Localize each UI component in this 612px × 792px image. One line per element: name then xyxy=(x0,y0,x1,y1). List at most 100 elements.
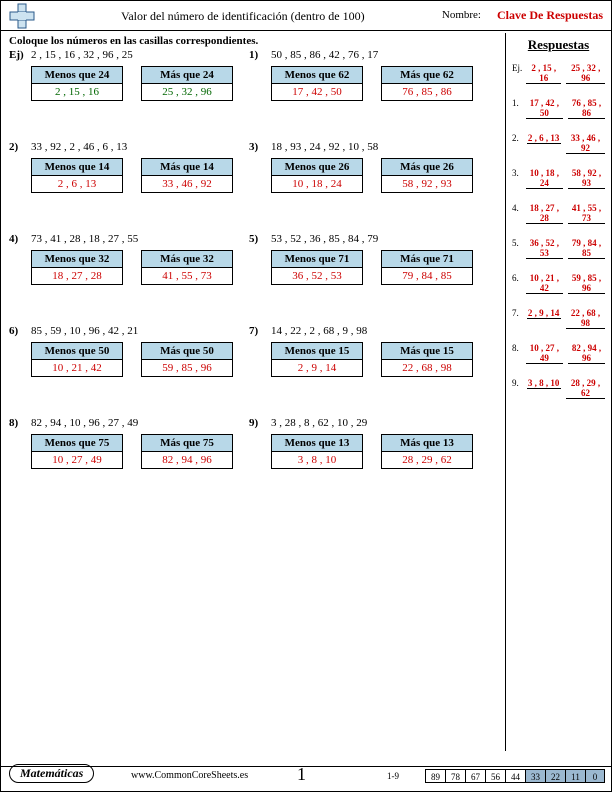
problem: 5)53 , 52 , 36 , 85 , 84 , 79 Menos que 7… xyxy=(249,233,489,285)
answer-id: 6. xyxy=(512,273,526,283)
problem-numbers: 53 , 52 , 36 , 85 , 84 , 79 xyxy=(271,233,378,245)
answer-id: 8. xyxy=(512,343,526,353)
problem-numbers: 73 , 41 , 28 , 18 , 27 , 55 xyxy=(31,233,138,245)
less-box: Menos que 142 , 6 , 13 xyxy=(31,158,123,193)
answer-id: 2. xyxy=(512,133,527,143)
problem-numbers: 3 , 28 , 8 , 62 , 10 , 29 xyxy=(271,417,367,429)
answers-column: Respuestas Ej.2 , 15 , 1625 , 32 , 961.1… xyxy=(505,33,605,751)
problem: 3)18 , 93 , 24 , 92 , 10 , 58Menos que 2… xyxy=(249,141,489,193)
footer-brand: Matemáticas xyxy=(9,764,94,783)
answer-less: 18 , 27 , 28 xyxy=(526,203,563,224)
answer-row: 6.10 , 21 , 4259 , 85 , 96 xyxy=(512,273,605,294)
name-label: Nombre: xyxy=(442,9,481,21)
answers-title: Respuestas xyxy=(512,37,605,53)
more-header: Más que 24 xyxy=(141,66,233,84)
header: Valor del número de identificación (dent… xyxy=(1,1,611,31)
less-box: Menos que 7510 , 27 , 49 xyxy=(31,434,123,469)
more-box: Más que 1522 , 68 , 98 xyxy=(381,342,473,377)
problem-numbers: 18 , 93 , 24 , 92 , 10 , 58 xyxy=(271,141,378,153)
problem: 7)14 , 22 , 2 , 68 , 9 , 98Menos que 152… xyxy=(249,325,489,377)
less-value: 36 , 52 , 53 xyxy=(271,268,363,285)
less-value: 2 , 9 , 14 xyxy=(271,360,363,377)
less-header: Menos que 13 xyxy=(271,434,363,452)
more-box: Más que 1433 , 46 , 92 xyxy=(141,158,233,193)
more-box: Más que 7582 , 94 , 96 xyxy=(141,434,233,469)
score-cell: 0 xyxy=(585,769,605,783)
answer-more: 28 , 29 , 62 xyxy=(566,378,605,399)
problem-id: 6) xyxy=(9,325,31,337)
answer-key-label: Clave De Respuestas xyxy=(497,8,603,23)
answer-row: 8.10 , 27 , 4982 , 94 , 96 xyxy=(512,343,605,364)
answer-more: 82 , 94 , 96 xyxy=(568,343,605,364)
less-box: Menos que 5010 , 21 , 42 xyxy=(31,342,123,377)
problem-numbers: 50 , 85 , 86 , 42 , 76 , 17 xyxy=(271,49,378,61)
answer-more: 58 , 92 , 93 xyxy=(568,168,605,189)
less-value: 10 , 27 , 49 xyxy=(31,452,123,469)
answer-id: 3. xyxy=(512,168,526,178)
less-box: Menos que 6217 , 42 , 50 xyxy=(271,66,363,101)
less-box: Menos que 242 , 15 , 16 xyxy=(31,66,123,101)
more-header: Más que 26 xyxy=(381,158,473,176)
more-header: Más que 75 xyxy=(141,434,233,452)
logo-cross-icon xyxy=(9,3,35,29)
score-cell: 22 xyxy=(545,769,565,783)
less-box: Menos que 152 , 9 , 14 xyxy=(271,342,363,377)
more-header: Más que 62 xyxy=(381,66,473,84)
more-box: Más que 2425 , 32 , 96 xyxy=(141,66,233,101)
problem-numbers: 33 , 92 , 2 , 46 , 6 , 13 xyxy=(31,141,127,153)
score-range-label: 1-9 xyxy=(387,771,399,781)
answer-row: 1.17 , 42 , 5076 , 85 , 86 xyxy=(512,98,605,119)
answer-id: 9. xyxy=(512,378,527,388)
answer-row: 2.2 , 6 , 1333 , 46 , 92 xyxy=(512,133,605,154)
more-box: Más que 7179 , 84 , 85 xyxy=(381,250,473,285)
answer-row: 9.3 , 8 , 10 28 , 29 , 62 xyxy=(512,378,605,399)
less-value: 2 , 15 , 16 xyxy=(31,84,123,101)
answer-less: 3 , 8 , 10 xyxy=(527,378,561,389)
less-value: 2 , 6 , 13 xyxy=(31,176,123,193)
more-box: Más que 6276 , 85 , 86 xyxy=(381,66,473,101)
answer-id: 4. xyxy=(512,203,526,213)
instruction-text: Coloque los números en las casillas corr… xyxy=(9,35,258,47)
footer: Matemáticas www.CommonCoreSheets.es 1 1-… xyxy=(1,765,611,785)
score-boxes: 89786756443322110 xyxy=(425,769,605,783)
more-header: Más que 32 xyxy=(141,250,233,268)
less-value: 18 , 27 , 28 xyxy=(31,268,123,285)
problem: Ej)2 , 15 , 16 , 32 , 96 , 25Menos que 2… xyxy=(9,49,249,101)
problem: 1)50 , 85 , 86 , 42 , 76 , 17Menos que 6… xyxy=(249,49,489,101)
problem-numbers: 2 , 15 , 16 , 32 , 96 , 25 xyxy=(31,49,133,61)
problem: 4)73 , 41 , 28 , 18 , 27 , 55Menos que 3… xyxy=(9,233,249,285)
answer-more: 25 , 32 , 96 xyxy=(566,63,605,84)
answer-more: 22 , 68 , 98 xyxy=(566,308,605,329)
footer-url: www.CommonCoreSheets.es xyxy=(131,770,248,781)
problem-numbers: 85 , 59 , 10 , 96 , 42 , 21 xyxy=(31,325,138,337)
problem: 9)3 , 28 , 8 , 62 , 10 , 29Menos que 133… xyxy=(249,417,489,469)
answer-less: 2 , 6 , 13 xyxy=(527,133,561,144)
answer-row: 3.10 , 18 , 2458 , 92 , 93 xyxy=(512,168,605,189)
problem-id: 7) xyxy=(249,325,271,337)
less-box: Menos que 2610 , 18 , 24 xyxy=(271,158,363,193)
answer-id: Ej. xyxy=(512,63,526,73)
problem-id: 2) xyxy=(9,141,31,153)
more-value: 33 , 46 , 92 xyxy=(141,176,233,193)
answer-more: 79 , 84 , 85 xyxy=(568,238,605,259)
more-header: Más que 14 xyxy=(141,158,233,176)
less-header: Menos que 15 xyxy=(271,342,363,360)
answer-less: 2 , 9 , 14 xyxy=(527,308,561,319)
more-value: 76 , 85 , 86 xyxy=(381,84,473,101)
score-cell: 11 xyxy=(565,769,585,783)
answer-row: 5.36 , 52 , 5379 , 84 , 85 xyxy=(512,238,605,259)
more-header: Más que 15 xyxy=(381,342,473,360)
more-value: 22 , 68 , 98 xyxy=(381,360,473,377)
more-value: 41 , 55 , 73 xyxy=(141,268,233,285)
score-cell: 67 xyxy=(465,769,485,783)
problems-area: Ej)2 , 15 , 16 , 32 , 96 , 25Menos que 2… xyxy=(9,49,499,509)
score-cell: 56 xyxy=(485,769,505,783)
less-box: Menos que 3218 , 27 , 28 xyxy=(31,250,123,285)
problem-id: 5) xyxy=(249,233,271,245)
answer-id: 7. xyxy=(512,308,527,318)
less-value: 17 , 42 , 50 xyxy=(271,84,363,101)
less-value: 10 , 18 , 24 xyxy=(271,176,363,193)
answer-less: 36 , 52 , 53 xyxy=(526,238,563,259)
less-header: Menos que 71 xyxy=(271,250,363,268)
less-header: Menos que 26 xyxy=(271,158,363,176)
